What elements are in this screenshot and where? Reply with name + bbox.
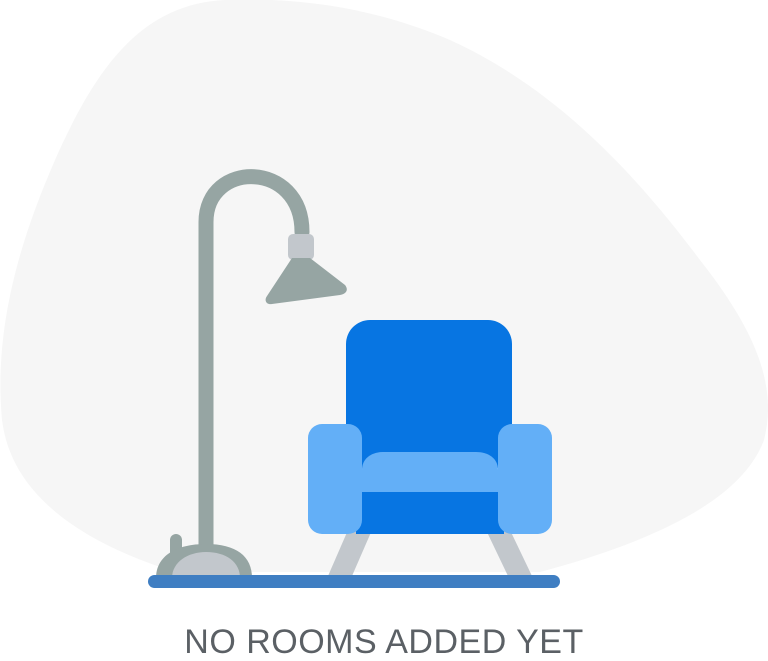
empty-state-message: NO ROOMS ADDED YET [184, 623, 584, 661]
armchair-armrest-right [498, 424, 552, 534]
lamp-shade-cap [288, 234, 314, 260]
armchair-armrest-left [308, 424, 362, 534]
empty-state: NO ROOMS ADDED YET [0, 0, 768, 661]
lamp-and-armchair-illustration [0, 0, 768, 588]
armchair-backrest [346, 320, 512, 470]
floor-line [148, 575, 560, 588]
armchair-cushion [362, 452, 498, 492]
